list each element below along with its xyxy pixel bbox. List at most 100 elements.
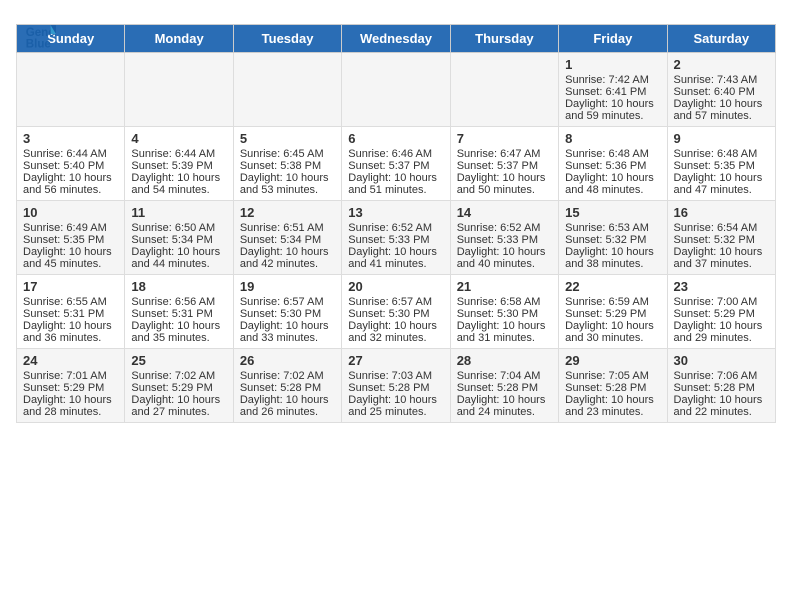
sunrise-text: Sunrise: 7:05 AM <box>565 370 660 382</box>
day-number: 5 <box>240 131 335 146</box>
calendar-container: SundayMondayTuesdayWednesdayThursdayFrid… <box>0 24 792 439</box>
day-number: 12 <box>240 205 335 220</box>
day-number: 8 <box>565 131 660 146</box>
calendar-cell: 25Sunrise: 7:02 AMSunset: 5:29 PMDayligh… <box>125 349 233 423</box>
calendar-cell: 24Sunrise: 7:01 AMSunset: 5:29 PMDayligh… <box>17 349 125 423</box>
sunset-text: Sunset: 5:32 PM <box>565 234 660 246</box>
calendar-cell: 27Sunrise: 7:03 AMSunset: 5:28 PMDayligh… <box>342 349 450 423</box>
calendar-cell: 11Sunrise: 6:50 AMSunset: 5:34 PMDayligh… <box>125 201 233 275</box>
calendar-cell: 23Sunrise: 7:00 AMSunset: 5:29 PMDayligh… <box>667 275 775 349</box>
day-number: 14 <box>457 205 552 220</box>
sunrise-text: Sunrise: 6:58 AM <box>457 296 552 308</box>
daylight-text: Daylight: 10 hours and 24 minutes. <box>457 394 552 418</box>
calendar-cell: 3Sunrise: 6:44 AMSunset: 5:40 PMDaylight… <box>17 127 125 201</box>
sunset-text: Sunset: 5:28 PM <box>565 382 660 394</box>
day-number: 9 <box>674 131 769 146</box>
sunset-text: Sunset: 5:30 PM <box>348 308 443 320</box>
sunrise-text: Sunrise: 7:42 AM <box>565 74 660 86</box>
sunrise-text: Sunrise: 7:01 AM <box>23 370 118 382</box>
calendar-cell <box>342 53 450 127</box>
daylight-text: Daylight: 10 hours and 47 minutes. <box>674 172 769 196</box>
sunrise-text: Sunrise: 6:57 AM <box>348 296 443 308</box>
day-number: 4 <box>131 131 226 146</box>
calendar-cell: 22Sunrise: 6:59 AMSunset: 5:29 PMDayligh… <box>559 275 667 349</box>
daylight-text: Daylight: 10 hours and 31 minutes. <box>457 320 552 344</box>
daylight-text: Daylight: 10 hours and 42 minutes. <box>240 246 335 270</box>
calendar-cell: 1Sunrise: 7:42 AMSunset: 6:41 PMDaylight… <box>559 53 667 127</box>
calendar-cell: 21 Sunrise: 6:58 AMSunset: 5:30 PMDayligh… <box>450 275 558 349</box>
sunrise-text: Sunrise: 6:52 AM <box>457 222 552 234</box>
day-number: 19 <box>240 279 335 294</box>
daylight-text: Daylight: 10 hours and 38 minutes. <box>565 246 660 270</box>
daylight-text: Daylight: 10 hours and 56 minutes. <box>23 172 118 196</box>
sunset-text: Sunset: 5:28 PM <box>674 382 769 394</box>
sunrise-text: Sunrise: 6:59 AM <box>565 296 660 308</box>
day-number: 21 <box>457 279 552 294</box>
day-number: 24 <box>23 353 118 368</box>
daylight-text: Daylight: 10 hours and 26 minutes. <box>240 394 335 418</box>
calendar-cell: 7Sunrise: 6:47 AMSunset: 5:37 PMDaylight… <box>450 127 558 201</box>
sunrise-text: Sunrise: 6:55 AM <box>23 296 118 308</box>
sunrise-text: Sunrise: 7:06 AM <box>674 370 769 382</box>
calendar-cell: 29Sunrise: 7:05 AMSunset: 5:28 PMDayligh… <box>559 349 667 423</box>
daylight-text: Daylight: 10 hours and 54 minutes. <box>131 172 226 196</box>
weekday-header-friday: Friday <box>559 25 667 53</box>
daylight-text: Daylight: 10 hours and 50 minutes. <box>457 172 552 196</box>
weekday-header-saturday: Saturday <box>667 25 775 53</box>
calendar-week-row: 1Sunrise: 7:42 AMSunset: 6:41 PMDaylight… <box>17 53 776 127</box>
calendar-week-row: 3Sunrise: 6:44 AMSunset: 5:40 PMDaylight… <box>17 127 776 201</box>
weekday-header-wednesday: Wednesday <box>342 25 450 53</box>
daylight-text: Daylight: 10 hours and 35 minutes. <box>131 320 226 344</box>
day-number: 2 <box>674 57 769 72</box>
calendar-cell <box>125 53 233 127</box>
day-number: 30 <box>674 353 769 368</box>
day-number: 18 <box>131 279 226 294</box>
calendar-cell <box>450 53 558 127</box>
sunrise-text: Sunrise: 6:57 AM <box>240 296 335 308</box>
day-number: 6 <box>348 131 443 146</box>
sunrise-text: Sunrise: 6:54 AM <box>674 222 769 234</box>
daylight-text: Daylight: 10 hours and 27 minutes. <box>131 394 226 418</box>
calendar-cell: 10Sunrise: 6:49 AMSunset: 5:35 PMDayligh… <box>17 201 125 275</box>
sunrise-text: Sunrise: 6:46 AM <box>348 148 443 160</box>
calendar-cell: 13 Sunrise: 6:52 AMSunset: 5:33 PMDayligh… <box>342 201 450 275</box>
sunrise-text: Sunrise: 7:04 AM <box>457 370 552 382</box>
daylight-text: Daylight: 10 hours and 59 minutes. <box>565 98 660 122</box>
sunrise-text: Sunrise: 6:44 AM <box>131 148 226 160</box>
calendar-cell: 18Sunrise: 6:56 AMSunset: 5:31 PMDayligh… <box>125 275 233 349</box>
day-number: 3 <box>23 131 118 146</box>
sunset-text: Sunset: 5:38 PM <box>240 160 335 172</box>
logo: General Blue <box>24 18 60 50</box>
sunset-text: Sunset: 5:33 PM <box>457 234 552 246</box>
sunset-text: Sunset: 5:30 PM <box>240 308 335 320</box>
calendar-cell: 28Sunrise: 7:04 AMSunset: 5:28 PMDayligh… <box>450 349 558 423</box>
calendar-week-row: 10Sunrise: 6:49 AMSunset: 5:35 PMDayligh… <box>17 201 776 275</box>
day-number: 25 <box>131 353 226 368</box>
sunset-text: Sunset: 5:30 PM <box>457 308 552 320</box>
daylight-text: Daylight: 10 hours and 37 minutes. <box>674 246 769 270</box>
sunset-text: Sunset: 6:41 PM <box>565 86 660 98</box>
sunrise-text: Sunrise: 6:49 AM <box>23 222 118 234</box>
sunset-text: Sunset: 5:35 PM <box>674 160 769 172</box>
daylight-text: Daylight: 10 hours and 30 minutes. <box>565 320 660 344</box>
sunrise-text: Sunrise: 6:52 AM <box>348 222 443 234</box>
calendar-table: SundayMondayTuesdayWednesdayThursdayFrid… <box>16 24 776 423</box>
sunrise-text: Sunrise: 7:43 AM <box>674 74 769 86</box>
day-number: 13 <box>348 205 443 220</box>
daylight-text: Daylight: 10 hours and 23 minutes. <box>565 394 660 418</box>
sunrise-text: Sunrise: 6:48 AM <box>565 148 660 160</box>
daylight-text: Daylight: 10 hours and 41 minutes. <box>348 246 443 270</box>
sunset-text: Sunset: 5:31 PM <box>23 308 118 320</box>
daylight-text: Daylight: 10 hours and 48 minutes. <box>565 172 660 196</box>
sunrise-text: Sunrise: 7:02 AM <box>131 370 226 382</box>
sunset-text: Sunset: 5:37 PM <box>348 160 443 172</box>
calendar-cell: 26Sunrise: 7:02 AMSunset: 5:28 PMDayligh… <box>233 349 341 423</box>
sunrise-text: Sunrise: 6:45 AM <box>240 148 335 160</box>
daylight-text: Daylight: 10 hours and 36 minutes. <box>23 320 118 344</box>
sunset-text: Sunset: 5:29 PM <box>23 382 118 394</box>
sunset-text: Sunset: 5:33 PM <box>348 234 443 246</box>
day-number: 20 <box>348 279 443 294</box>
sunset-text: Sunset: 5:31 PM <box>131 308 226 320</box>
calendar-cell <box>233 53 341 127</box>
day-number: 23 <box>674 279 769 294</box>
